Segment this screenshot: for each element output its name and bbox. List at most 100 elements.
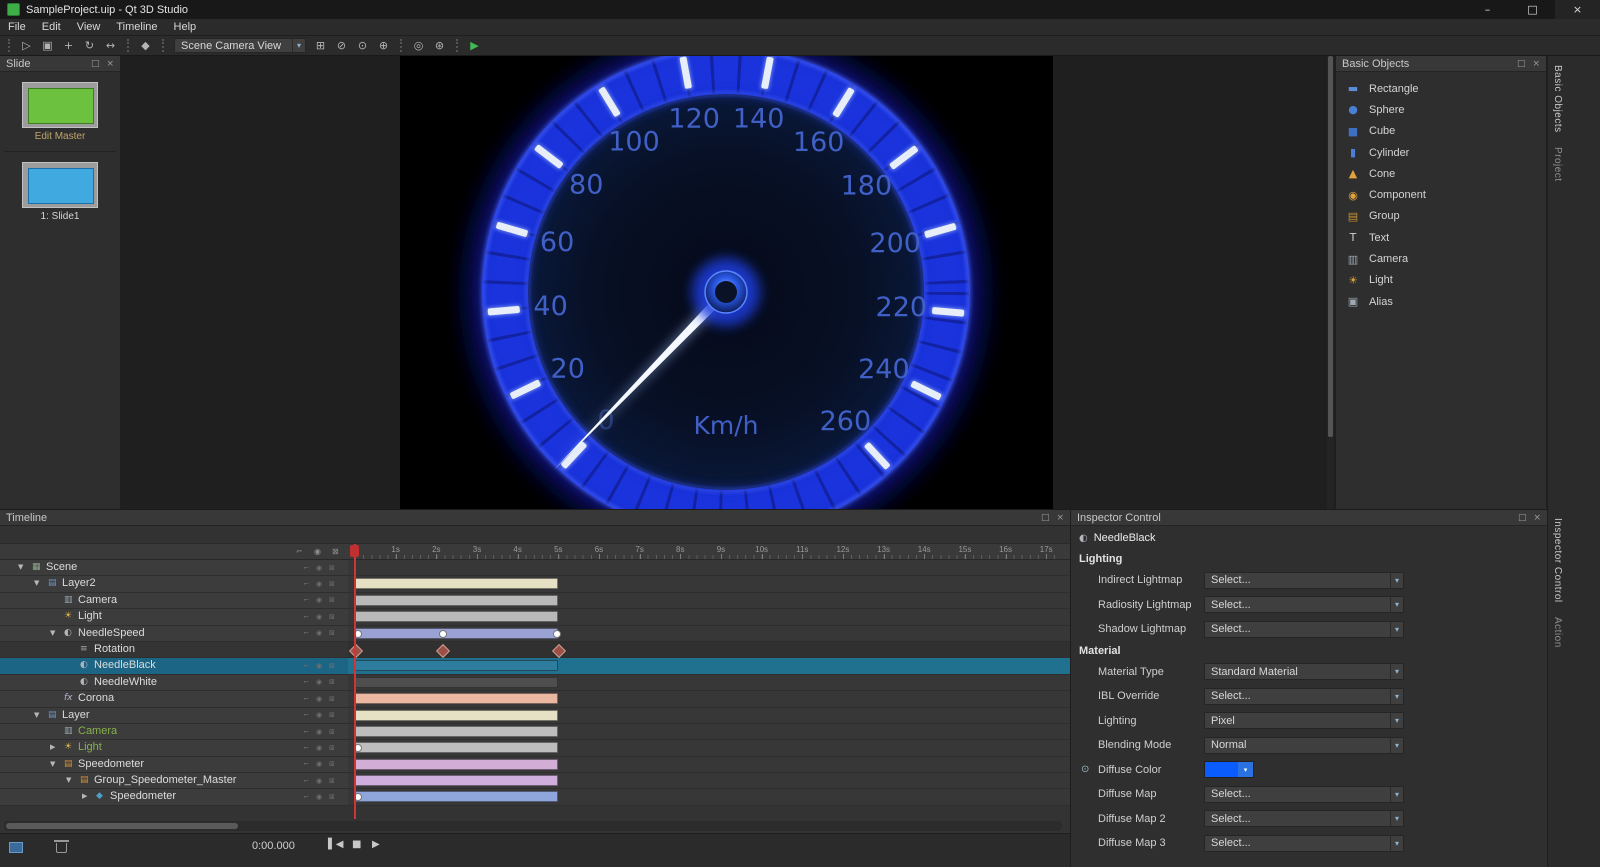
ibl-override-select[interactable]: Select...▾ (1204, 688, 1404, 705)
shy-toggle[interactable]: ⌐ (303, 760, 309, 768)
delete-object-icon[interactable] (56, 843, 67, 853)
basic-object-cylinder[interactable]: ▮Cylinder (1336, 142, 1546, 163)
lock-toggle[interactable]: ⊠ (329, 580, 335, 588)
basic-object-light[interactable]: ☀Light (1336, 270, 1546, 291)
camera-view-select[interactable]: Scene Camera View ▾ (174, 38, 306, 53)
shy-toggle[interactable]: ⌐ (303, 564, 309, 572)
float-panel-icon[interactable]: □ (1518, 513, 1527, 523)
expander-icon[interactable]: ▶ (50, 740, 55, 756)
shy-toggle[interactable]: ⌐ (303, 744, 309, 752)
diffuse-map-2-select[interactable]: Select...▾ (1204, 810, 1404, 827)
playhead-handle[interactable] (350, 545, 359, 557)
eye-toggle[interactable]: ◉ (316, 662, 322, 670)
timeline-row-layer[interactable]: ▼▤Layer⌐◉⊠ (0, 708, 1070, 724)
basic-object-alias[interactable]: ▣Alias (1336, 291, 1546, 312)
time-bar[interactable] (355, 677, 558, 688)
diffuse-color-picker[interactable]: ▾ (1204, 761, 1254, 778)
float-panel-icon[interactable]: □ (91, 59, 100, 69)
lock-toggle[interactable]: ⊠ (329, 596, 335, 604)
playhead-line[interactable] (354, 544, 356, 819)
shy-toggle[interactable]: ⌐ (303, 629, 309, 637)
basic-object-component[interactable]: ◉Component (1336, 184, 1546, 205)
material-type-select[interactable]: Standard Material▾ (1204, 663, 1404, 680)
animate-property-icon[interactable]: ⊙ (1081, 764, 1089, 775)
shy-toggle[interactable]: ⌐ (303, 695, 309, 703)
rewind-button[interactable]: ▌◀ (328, 839, 343, 850)
lock-toggle[interactable]: ⊠ (329, 629, 335, 637)
time-bar[interactable] (355, 611, 558, 622)
scene-render-area[interactable]: 020406080100120140160180200220240260Km/h (400, 56, 1053, 509)
move-tool-icon[interactable]: + (58, 37, 79, 55)
shy-toggle[interactable]: ⌐ (303, 793, 309, 801)
toolbar-handle[interactable] (8, 39, 10, 52)
timeline-row-needlespeed[interactable]: ▼◐NeedleSpeed⌐◉⊠ (0, 626, 1070, 642)
lighting-select[interactable]: Pixel▾ (1204, 712, 1404, 729)
shading-mode-icon[interactable]: ◎ (408, 37, 429, 55)
blending-mode-select[interactable]: Normal▾ (1204, 737, 1404, 754)
time-bar[interactable] (355, 710, 558, 721)
shy-toggle[interactable]: ⌐ (303, 777, 309, 785)
timeline-row-light[interactable]: ☀Light⌐◉⊠ (0, 609, 1070, 625)
menu-file[interactable]: File (0, 21, 34, 33)
lock-toggle[interactable]: ⊠ (329, 678, 335, 686)
close-button[interactable]: × (1555, 0, 1600, 19)
time-bar[interactable] (355, 726, 558, 737)
lock-toggle[interactable]: ⊠ (329, 744, 335, 752)
eye-toggle[interactable]: ◉ (316, 613, 322, 621)
color-swatch[interactable] (1205, 762, 1238, 777)
eye-toggle[interactable]: ◉ (316, 695, 322, 703)
eye-toggle[interactable]: ◉ (316, 711, 322, 719)
select-tool-icon[interactable]: ▷ (16, 37, 37, 55)
time-bar[interactable] (355, 578, 558, 589)
close-panel-icon[interactable]: × (1532, 59, 1540, 69)
timeline-row-needlewhite[interactable]: ◐NeedleWhite⌐◉⊠ (0, 675, 1070, 691)
tab-project[interactable]: Project (1552, 140, 1563, 189)
basic-object-rectangle[interactable]: ▬Rectangle (1336, 78, 1546, 99)
eye-column-icon[interactable]: ◉ (314, 547, 321, 556)
basic-object-group[interactable]: ▤Group (1336, 206, 1546, 227)
basic-object-cone[interactable]: ▲Cone (1336, 163, 1546, 184)
diffuse-map-select[interactable]: Select...▾ (1204, 786, 1404, 803)
timeline-row-group-speedometer-master[interactable]: ▼▤Group_Speedometer_Master⌐◉⊠ (0, 773, 1070, 789)
eye-toggle[interactable]: ◉ (316, 728, 322, 736)
tab-action[interactable]: Action (1552, 610, 1563, 655)
float-panel-icon[interactable]: □ (1517, 59, 1526, 69)
close-panel-icon[interactable]: × (1533, 513, 1541, 523)
time-bar[interactable] (355, 742, 558, 753)
float-panel-icon[interactable]: □ (1041, 513, 1050, 523)
shy-toggle[interactable]: ⌐ (303, 613, 309, 621)
expander-icon[interactable]: ▼ (50, 626, 55, 642)
shadow-lightmap-select[interactable]: Select...▾ (1204, 621, 1404, 638)
shy-column-icon[interactable]: ⌐ (296, 547, 303, 556)
time-bar[interactable] (355, 775, 558, 786)
diffuse-map-3-select[interactable]: Select...▾ (1204, 835, 1404, 852)
toolbar-handle[interactable] (400, 39, 402, 52)
shy-toggle[interactable]: ⌐ (303, 662, 309, 670)
keyframe-diamond[interactable] (436, 644, 450, 658)
time-bar[interactable] (355, 791, 558, 802)
playhead-time-display[interactable]: 0:00.000 (252, 840, 295, 852)
lock-toggle[interactable]: ⊠ (329, 564, 335, 572)
lock-column-icon[interactable]: ⊠ (332, 547, 339, 556)
keyframe-diamond[interactable] (349, 644, 363, 658)
toolbar-handle[interactable] (127, 39, 129, 52)
time-bar[interactable] (355, 595, 558, 606)
indirect-lightmap-select[interactable]: Select...▾ (1204, 572, 1404, 589)
close-panel-icon[interactable]: × (106, 59, 114, 69)
scale-tool-icon[interactable]: ↔ (100, 37, 121, 55)
rotate-tool-icon[interactable]: ↻ (79, 37, 100, 55)
eye-toggle[interactable]: ◉ (316, 596, 322, 604)
toolbar-handle[interactable] (162, 39, 164, 52)
time-bar[interactable] (355, 693, 558, 704)
eye-toggle[interactable]: ◉ (316, 760, 322, 768)
lock-toggle[interactable]: ⊠ (329, 662, 335, 670)
lock-toggle[interactable]: ⊠ (329, 695, 335, 703)
autoset-keyframes-icon[interactable]: ◆ (135, 37, 156, 55)
keyframe-dot[interactable] (439, 630, 447, 638)
eye-toggle[interactable]: ◉ (316, 629, 322, 637)
timeline-row-scene[interactable]: ▼▦Scene⌐◉⊠ (0, 560, 1070, 576)
toolbar-handle[interactable] (456, 39, 458, 52)
time-bar[interactable] (355, 660, 558, 671)
eye-toggle[interactable]: ◉ (316, 678, 322, 686)
tab-basic-objects[interactable]: Basic Objects (1552, 58, 1563, 140)
